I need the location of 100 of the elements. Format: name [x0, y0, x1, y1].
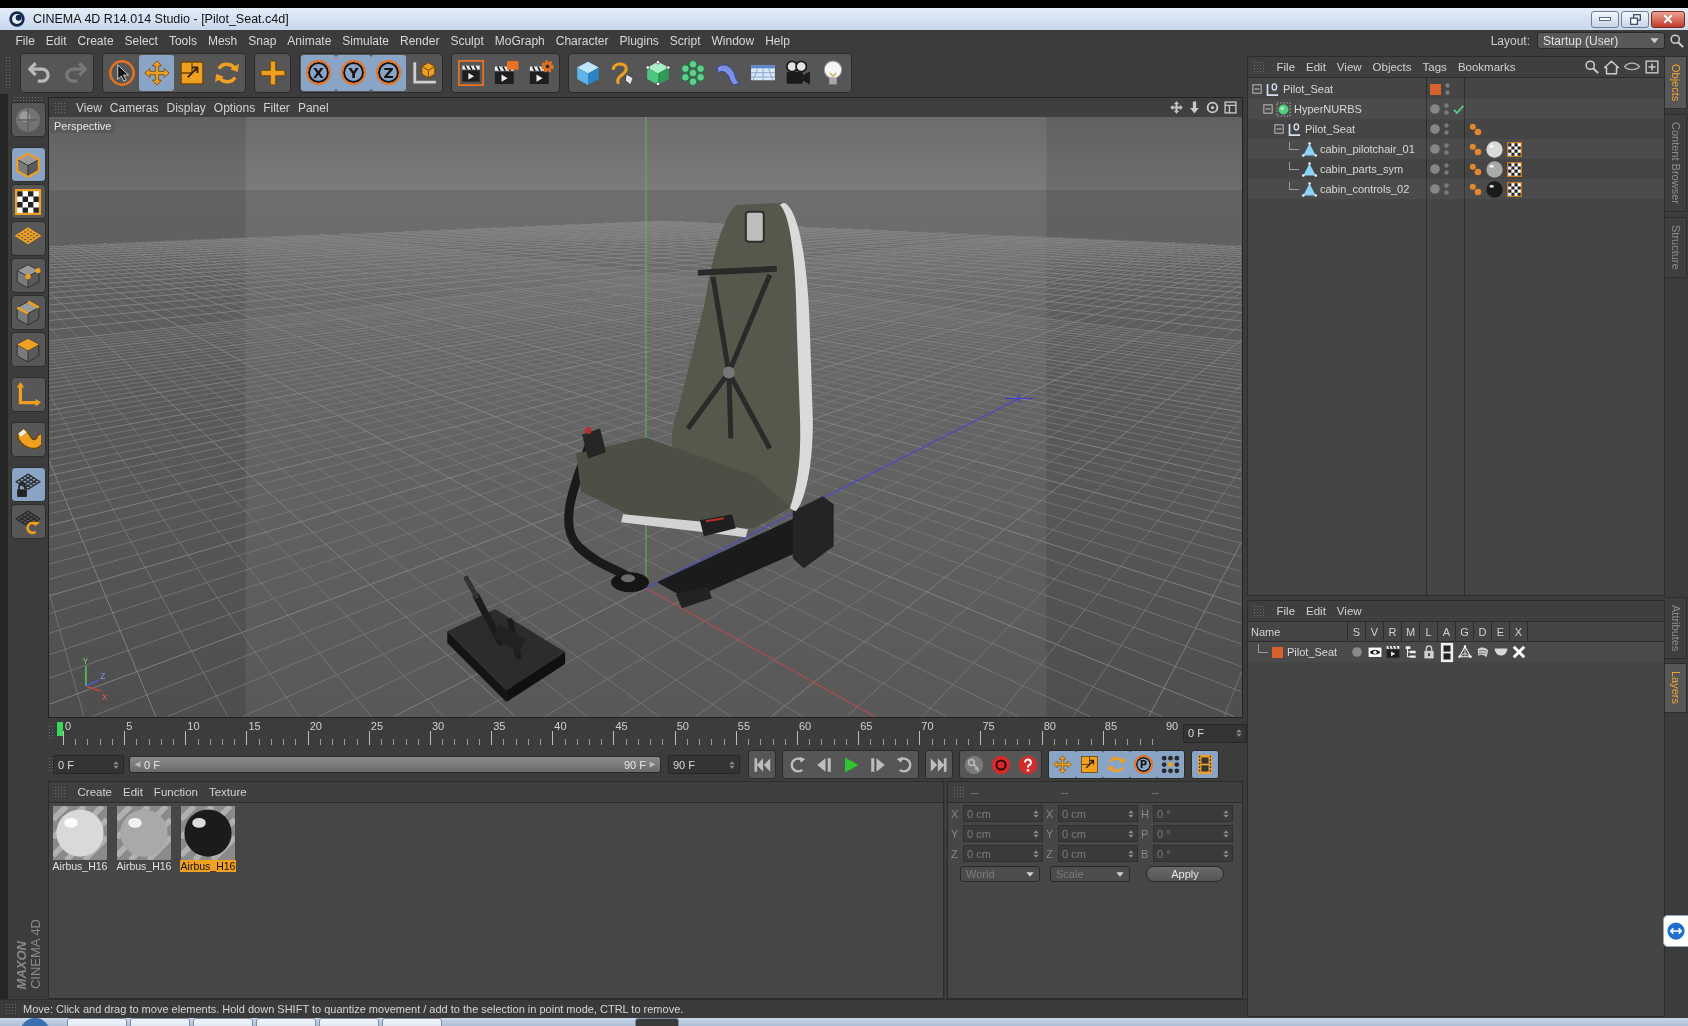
material-sphere-icon[interactable] [1486, 160, 1503, 178]
rotate-view-button[interactable] [1205, 100, 1220, 115]
axis-lock-button[interactable]: Y [336, 54, 371, 91]
eye-button[interactable] [1623, 61, 1641, 73]
search-button[interactable] [1584, 59, 1600, 75]
menu-item[interactable]: Window [706, 33, 760, 48]
points-button[interactable] [10, 258, 46, 293]
menu-item[interactable]: Render [394, 33, 445, 48]
frame-range-slider[interactable]: 0 F 90 F [129, 756, 661, 773]
menu-item[interactable]: Edit [1300, 61, 1332, 73]
current-frame-field[interactable]: 0 F [1183, 723, 1247, 743]
minimize-button[interactable] [1591, 10, 1619, 28]
column-header[interactable]: X [1510, 622, 1528, 641]
collapse-button[interactable] [1263, 104, 1273, 114]
menu-item[interactable]: File [1271, 61, 1301, 73]
menu-item[interactable]: Options [209, 100, 260, 115]
menu-item[interactable]: Script [664, 33, 706, 48]
parameter-track-button[interactable]: P [1130, 751, 1157, 778]
menu-item[interactable]: Edit [40, 33, 73, 48]
menu-item[interactable]: Display [162, 100, 210, 115]
menu-item[interactable]: Tags [1417, 61, 1453, 73]
column-header[interactable]: D [1474, 622, 1492, 641]
collapse-button[interactable] [1274, 124, 1284, 134]
menu-item[interactable]: Tools [163, 33, 203, 48]
column-header[interactable]: L [1420, 622, 1438, 641]
move-view-button[interactable] [1169, 100, 1184, 115]
layer-swatch-icon[interactable] [1430, 83, 1441, 95]
axis-lock-button[interactable]: Z [371, 54, 406, 91]
dot-pair-icon[interactable] [1469, 182, 1482, 196]
checker-icon[interactable] [1507, 181, 1522, 197]
menu-item[interactable]: Create [72, 33, 120, 48]
menu-item[interactable]: Cameras [105, 100, 163, 115]
panel-toggle-button[interactable] [1223, 100, 1238, 115]
search-button[interactable] [1670, 33, 1684, 48]
model-button[interactable] [10, 147, 46, 182]
object-row[interactable]: Pilot_Seat [1248, 79, 1664, 99]
menu-item[interactable]: Filter [259, 100, 294, 115]
object-row[interactable]: cabin_pilotchair_01 [1248, 139, 1664, 159]
close-button[interactable] [1651, 10, 1685, 28]
menu-item[interactable]: Bookmarks [1452, 61, 1521, 73]
column-header[interactable]: G [1456, 622, 1474, 641]
menu-item[interactable]: Animate [281, 33, 337, 48]
remote-support-tab[interactable] [1663, 915, 1688, 947]
make-editable-button[interactable] [10, 102, 46, 137]
checker-icon[interactable] [1507, 141, 1522, 157]
pyramid-icon[interactable] [1458, 645, 1472, 659]
object-row[interactable]: cabin_controls_02 [1248, 179, 1664, 199]
texture-button[interactable] [10, 184, 46, 219]
column-header[interactable]: E [1492, 622, 1510, 641]
go-to-start-button[interactable] [748, 750, 776, 779]
start-frame-field[interactable]: 0 F [53, 755, 124, 774]
menu-item[interactable]: Character [550, 33, 614, 48]
live-tool-button[interactable] [254, 52, 291, 93]
menu-item[interactable]: File [10, 33, 41, 48]
menu-item[interactable]: Select [119, 33, 164, 48]
playhead-marker[interactable] [57, 722, 63, 736]
film-icon[interactable] [1440, 641, 1454, 663]
menu-item[interactable]: View [1331, 605, 1368, 617]
go-to-end-button[interactable] [925, 750, 953, 779]
menu-item[interactable]: View [1331, 61, 1368, 73]
lock-icon[interactable] [1422, 645, 1436, 659]
material-name[interactable]: Airbus_H16 [179, 860, 237, 872]
menu-item[interactable]: Texture [203, 786, 253, 798]
edges-button[interactable] [10, 295, 46, 330]
planar-workplane-button[interactable] [10, 504, 46, 539]
menu-item[interactable]: Edit [1300, 605, 1332, 617]
menu-item[interactable]: File [1271, 605, 1301, 617]
column-header[interactable]: S [1348, 622, 1366, 641]
column-header[interactable]: R [1384, 622, 1402, 641]
material-sphere-icon[interactable] [1486, 140, 1503, 158]
column-header[interactable]: M [1402, 622, 1420, 641]
check-icon[interactable] [1453, 103, 1464, 115]
menu-item[interactable]: MoGraph [489, 33, 551, 48]
clapperboard-icon[interactable] [1386, 645, 1400, 659]
deformer-icon[interactable] [1476, 645, 1490, 659]
dot-pair-icon[interactable] [1469, 142, 1482, 156]
axis-lock-button[interactable]: X [301, 54, 336, 91]
end-frame-field[interactable]: 90 F [668, 755, 740, 774]
dot-pair-icon[interactable] [1469, 162, 1482, 176]
locked-workplane-button[interactable] [10, 467, 46, 502]
bowl-icon[interactable] [1494, 647, 1508, 657]
object-row[interactable]: cabin_parts_sym [1248, 159, 1664, 179]
off-dot-icon[interactable] [1352, 647, 1362, 657]
menu-item[interactable]: Function [148, 786, 204, 798]
menu-item[interactable]: Sculpt [444, 33, 490, 48]
axis-button[interactable] [10, 377, 46, 412]
material-preview[interactable] [181, 806, 235, 860]
tweak-button[interactable] [10, 422, 46, 457]
material-sphere-icon[interactable] [1486, 180, 1503, 198]
menu-item[interactable]: Objects [1367, 61, 1418, 73]
object-row[interactable]: Pilot_Seat [1248, 119, 1664, 139]
new-panel-button[interactable] [1644, 59, 1660, 75]
menu-item[interactable]: Plugins [613, 33, 665, 48]
menu-item[interactable]: Panel [293, 100, 333, 115]
x-mark-icon[interactable] [1512, 645, 1526, 659]
side-tab[interactable]: Layers [1665, 663, 1687, 713]
material-name[interactable]: Airbus_H16 [51, 860, 109, 872]
object-row[interactable]: HyperNURBS [1248, 99, 1664, 119]
move-button[interactable] [139, 54, 174, 91]
menu-item[interactable]: View [72, 100, 106, 115]
